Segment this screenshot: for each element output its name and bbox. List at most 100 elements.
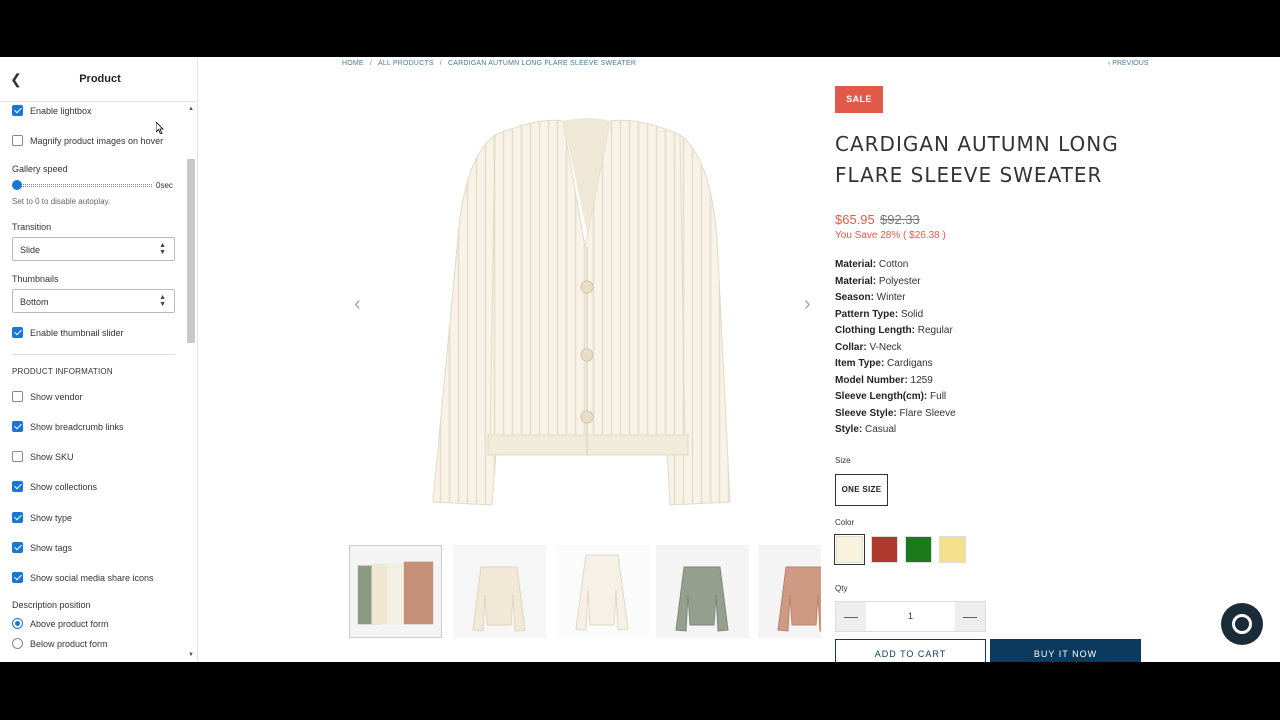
color-label: Color xyxy=(835,518,855,527)
gallery-speed-slider-handle[interactable] xyxy=(12,180,22,190)
description-below-radio[interactable] xyxy=(12,638,23,649)
color-swatch-green[interactable] xyxy=(905,536,932,563)
divider xyxy=(12,354,175,355)
option-label: Show SKU xyxy=(30,451,74,462)
breadcrumb: HOME / ALL PRODUCTS / CARDIGAN AUTUMN LO… xyxy=(342,60,636,67)
select-value: Bottom xyxy=(20,297,49,307)
product-title: CARDIGAN AUTUMN LONG FLARE SLEEVE SWEATE… xyxy=(835,132,1119,187)
quantity-stepper: — 1 — xyxy=(835,601,986,632)
sale-badge: SALE xyxy=(835,86,883,113)
breadcrumb-home-link[interactable]: HOME xyxy=(342,60,364,67)
select-arrows-icon: ▲ ▼ xyxy=(159,294,166,308)
gallery-speed-help: Set to 0 to disable autoplay. xyxy=(12,197,111,206)
chat-widget-icon[interactable] xyxy=(1221,603,1263,645)
mouse-cursor-icon xyxy=(156,122,164,134)
thumbnail-1[interactable] xyxy=(349,545,442,638)
editor-frame: ❮ Product ▲ ▼ Enable lightbox Magnify pr… xyxy=(0,57,1280,662)
select-arrows-icon: ▲ ▼ xyxy=(159,242,166,256)
previous-product-link[interactable]: ‹ PREVIOUS xyxy=(1108,60,1148,67)
color-swatch-cream[interactable] xyxy=(834,534,865,565)
color-swatch-red[interactable] xyxy=(871,536,898,563)
scroll-up-icon[interactable]: ▲ xyxy=(187,105,195,113)
qty-increase-button[interactable]: — xyxy=(955,602,985,631)
show-tags-checkbox[interactable] xyxy=(12,542,23,553)
product-info-heading: PRODUCT INFORMATION xyxy=(12,367,113,376)
option-label: Enable thumbnail slider xyxy=(30,327,124,338)
description-below-option[interactable]: Below product form xyxy=(12,638,108,649)
thumbnail-4[interactable] xyxy=(656,545,749,638)
scroll-down-icon[interactable]: ▼ xyxy=(187,651,195,659)
attribute-row: Item Type: Cardigans xyxy=(835,358,933,369)
product-attributes: Material: Cotton Material: Polyester Sea… xyxy=(835,257,956,439)
size-option-button[interactable]: ONE SIZE xyxy=(835,474,888,506)
attribute-row: Pattern Type: Solid xyxy=(835,308,924,320)
show-breadcrumb-checkbox[interactable] xyxy=(12,421,23,432)
sidebar-title: Product xyxy=(79,73,121,85)
show-type-option[interactable]: Show type xyxy=(12,512,72,523)
thumbnail-5[interactable] xyxy=(758,545,821,638)
breadcrumb-current: CARDIGAN AUTUMN LONG FLARE SLEEVE SWEATE… xyxy=(447,60,637,67)
qty-decrease-button[interactable]: — xyxy=(836,602,866,631)
attribute-row: Material: Cotton xyxy=(835,259,909,270)
attribute-row: Season: Winter xyxy=(835,292,906,303)
show-collections-checkbox[interactable] xyxy=(12,481,23,492)
attribute-row: Material: Polyester xyxy=(835,275,921,287)
transition-select[interactable]: Slide ▲ ▼ xyxy=(12,237,175,261)
magnify-option[interactable]: Magnify product images on hover xyxy=(12,135,163,146)
option-label: Show vendor xyxy=(30,391,83,402)
gallery-speed-value: 0sec xyxy=(156,181,173,190)
color-swatch-yellow[interactable] xyxy=(939,536,966,563)
image-next-arrow-icon[interactable]: › xyxy=(804,293,811,316)
product-main-image[interactable] xyxy=(355,87,820,547)
thumbnail-slider-checkbox[interactable] xyxy=(12,327,23,338)
option-label: Show type xyxy=(30,512,73,523)
option-label: Show social media share icons xyxy=(30,572,154,583)
option-label: Below product form xyxy=(30,638,108,649)
option-label: Show breadcrumb links xyxy=(30,421,124,432)
gallery-speed-slider[interactable] xyxy=(14,184,152,187)
scrollbar-thumb[interactable] xyxy=(187,159,195,343)
show-collections-option[interactable]: Show collections xyxy=(12,481,97,492)
attribute-row: Clothing Length: Regular xyxy=(835,325,953,336)
thumbnail-3[interactable] xyxy=(556,545,649,638)
breadcrumb-separator: / xyxy=(439,60,442,67)
buy-it-now-button[interactable]: BUY IT NOW xyxy=(990,639,1141,662)
enable-lightbox-checkbox[interactable] xyxy=(12,105,23,116)
thumbnail-2[interactable] xyxy=(453,545,546,638)
thumbnail-slider-option[interactable]: Enable thumbnail slider xyxy=(12,327,124,338)
show-social-share-option[interactable]: Show social media share icons xyxy=(12,572,154,583)
image-prev-arrow-icon[interactable]: ‹ xyxy=(354,293,361,316)
transition-label: Transition xyxy=(12,222,52,232)
select-value: Slide xyxy=(20,245,41,255)
description-above-option[interactable]: Above product form xyxy=(12,618,109,629)
description-above-radio[interactable] xyxy=(12,618,23,629)
magnify-checkbox[interactable] xyxy=(12,135,23,146)
savings-text: You Save 28% ( $26.38 ) xyxy=(835,230,946,241)
back-icon[interactable]: ❮ xyxy=(8,71,24,87)
thumbnails-label: Thumbnails xyxy=(12,274,59,284)
show-social-share-checkbox[interactable] xyxy=(12,572,23,583)
breadcrumb-separator: / xyxy=(369,60,372,67)
add-to-cart-button[interactable]: ADD TO CART xyxy=(835,639,986,662)
theme-settings-sidebar: ❮ Product ▲ ▼ Enable lightbox Magnify pr… xyxy=(0,57,198,662)
show-sku-option[interactable]: Show SKU xyxy=(12,451,74,462)
show-vendor-checkbox[interactable] xyxy=(12,391,23,402)
breadcrumb-all-products-link[interactable]: ALL PRODUCTS xyxy=(378,60,434,67)
enable-lightbox-option[interactable]: Enable lightbox xyxy=(12,105,92,116)
thumbnails-select[interactable]: Bottom ▲ ▼ xyxy=(12,289,175,313)
option-label: Show collections xyxy=(30,481,98,492)
gallery-speed-label: Gallery speed xyxy=(12,164,68,174)
qty-input[interactable]: 1 xyxy=(866,611,955,621)
description-position-label: Description position xyxy=(12,600,91,610)
show-type-checkbox[interactable] xyxy=(12,512,23,523)
show-breadcrumb-option[interactable]: Show breadcrumb links xyxy=(12,421,124,432)
attribute-row: Model Number: 1259 xyxy=(835,374,933,386)
show-tags-option[interactable]: Show tags xyxy=(12,542,72,553)
show-vendor-option[interactable]: Show vendor xyxy=(12,391,83,402)
sidebar-header: ❮ Product xyxy=(0,57,198,102)
show-sku-checkbox[interactable] xyxy=(12,451,23,462)
sidebar-scrollbar[interactable]: ▲ ▼ xyxy=(186,103,196,662)
qty-label: Qty xyxy=(835,584,848,593)
product-price: $65.95 xyxy=(835,212,875,227)
size-label: Size xyxy=(835,456,851,465)
